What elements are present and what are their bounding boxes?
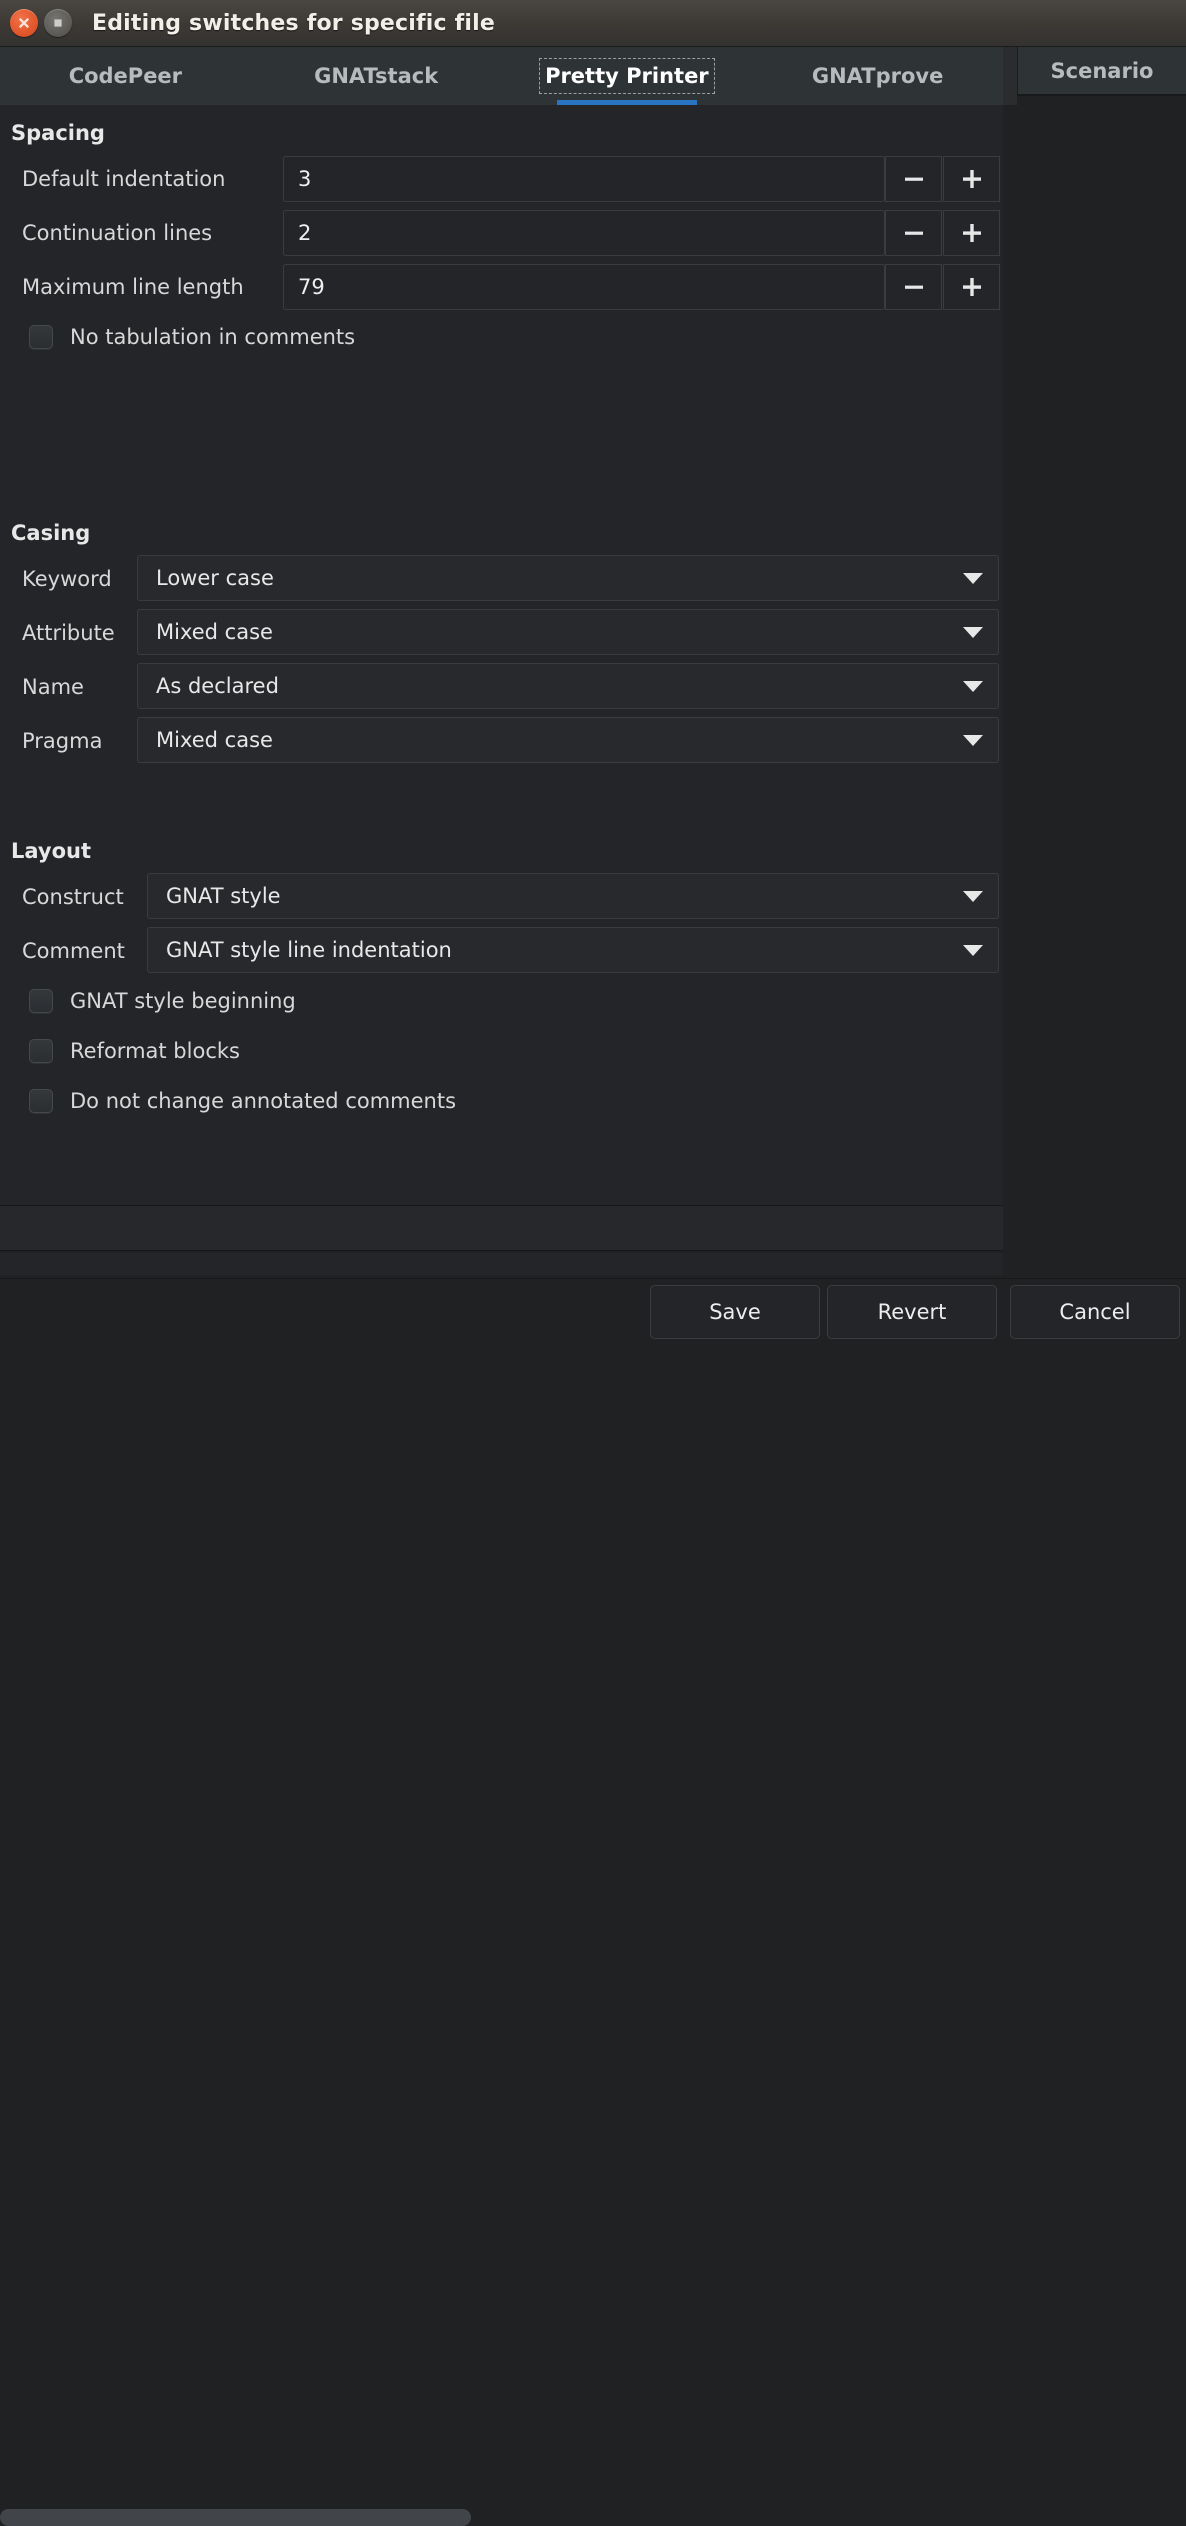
checkbox-label: Reformat blocks: [70, 1039, 240, 1063]
window-titlebar: Editing switches for specific file: [0, 0, 1186, 47]
layout-comment-label: Comment: [22, 939, 125, 963]
tab-pretty-printer[interactable]: Pretty Printer: [502, 47, 753, 105]
right-filler: [1003, 105, 1186, 1286]
plus-icon: [959, 274, 985, 300]
minus-icon: [901, 220, 927, 246]
spin-row: Default indentation: [22, 156, 225, 202]
continuation-lines-input[interactable]: 2: [283, 210, 885, 256]
chevron-down-icon: [962, 884, 984, 908]
default-indentation-input[interactable]: 3: [283, 156, 885, 202]
checkbox-box: [29, 325, 53, 349]
tab-bar: CodePeer GNATstack Pretty Printer GNATpr…: [0, 47, 1003, 105]
checkbox-box: [29, 1039, 53, 1063]
combo-value: Mixed case: [156, 620, 273, 644]
chevron-down-icon: [962, 566, 984, 590]
maximum-line-length-decrement[interactable]: [885, 264, 942, 310]
no-tabulation-in-comments-checkbox[interactable]: No tabulation in comments: [29, 323, 355, 351]
tab-codepeer[interactable]: CodePeer: [0, 47, 251, 105]
close-icon: [17, 16, 31, 30]
tab-gnatstack[interactable]: GNATstack: [251, 47, 502, 105]
tab-label: Scenario: [1050, 58, 1154, 83]
minus-icon: [901, 274, 927, 300]
horizontal-scrollbar[interactable]: [0, 1253, 1003, 2526]
casing-attribute-select[interactable]: Mixed case: [137, 609, 999, 655]
casing-pragma-label: Pragma: [22, 729, 103, 753]
plus-icon: [959, 166, 985, 192]
minus-icon: [901, 166, 927, 192]
continuation-lines-increment[interactable]: [943, 210, 1000, 256]
gnat-style-beginning-checkbox[interactable]: GNAT style beginning: [29, 987, 296, 1015]
tab-label: GNATprove: [811, 64, 944, 88]
chevron-down-icon: [962, 728, 984, 752]
casing-keyword-select[interactable]: Lower case: [137, 555, 999, 601]
maximum-line-length-input[interactable]: 79: [283, 264, 885, 310]
combo-value: Mixed case: [156, 728, 273, 752]
chevron-down-icon: [962, 620, 984, 644]
scrollbar-thumb[interactable]: [0, 2509, 471, 2526]
combo-value: GNAT style line indentation: [166, 938, 452, 962]
section-title-layout: Layout: [11, 839, 92, 863]
casing-attribute-label: Attribute: [22, 621, 115, 645]
default-indentation-decrement[interactable]: [885, 156, 942, 202]
section-title-casing: Casing: [11, 521, 91, 545]
spin-row: Maximum line length: [22, 264, 244, 310]
continuation-lines-decrement[interactable]: [885, 210, 942, 256]
tab-label: GNATstack: [314, 64, 439, 88]
plus-icon: [959, 220, 985, 246]
checkbox-box: [29, 989, 53, 1013]
tab-label: CodePeer: [68, 64, 183, 88]
tab-gnatprove[interactable]: GNATprove: [752, 47, 1003, 105]
maximize-button[interactable]: [44, 9, 72, 37]
spin-label: Default indentation: [22, 167, 226, 191]
layout-construct-label: Construct: [22, 885, 124, 909]
default-indentation-increment[interactable]: [943, 156, 1000, 202]
scenario-tab-underline: [1017, 94, 1186, 96]
chevron-down-icon: [962, 674, 984, 698]
chevron-down-icon: [962, 938, 984, 962]
save-button[interactable]: Save: [650, 1285, 820, 1339]
cancel-button[interactable]: Cancel: [1010, 1285, 1180, 1339]
checkbox-label: Do not change annotated comments: [70, 1089, 457, 1113]
revert-button[interactable]: Revert: [827, 1285, 997, 1339]
layout-construct-select[interactable]: GNAT style: [147, 873, 999, 919]
settings-pane: Spacing Default indentation 3 Continuati…: [0, 105, 1003, 1205]
do-not-change-annotated-comments-checkbox[interactable]: Do not change annotated comments: [29, 1087, 456, 1115]
spin-label: Maximum line length: [22, 275, 244, 299]
section-title-spacing: Spacing: [11, 121, 105, 145]
checkbox-label: GNAT style beginning: [70, 989, 296, 1013]
close-button[interactable]: [10, 9, 38, 37]
spin-row: Continuation lines: [22, 210, 212, 256]
combo-value: As declared: [156, 674, 279, 698]
combo-value: Lower case: [156, 566, 274, 590]
checkbox-box: [29, 1089, 53, 1113]
combo-value: GNAT style: [166, 884, 281, 908]
maximize-icon: [51, 16, 65, 30]
tab-label: Pretty Printer: [539, 58, 715, 94]
maximum-line-length-increment[interactable]: [943, 264, 1000, 310]
layout-comment-select[interactable]: GNAT style line indentation: [147, 927, 999, 973]
casing-keyword-label: Keyword: [22, 567, 112, 591]
casing-name-select[interactable]: As declared: [137, 663, 999, 709]
window-title: Editing switches for specific file: [92, 10, 496, 36]
casing-name-label: Name: [22, 675, 84, 699]
reformat-blocks-checkbox[interactable]: Reformat blocks: [29, 1037, 240, 1065]
bottom-panel: [0, 1205, 1003, 1251]
spin-label: Continuation lines: [22, 221, 213, 245]
tabstrip-gap: [1003, 47, 1017, 105]
casing-pragma-select[interactable]: Mixed case: [137, 717, 999, 763]
checkbox-label: No tabulation in comments: [70, 325, 356, 349]
dialog-button-bar: Save Revert Cancel: [0, 1278, 1186, 1346]
tab-scenario[interactable]: Scenario: [1017, 47, 1186, 94]
